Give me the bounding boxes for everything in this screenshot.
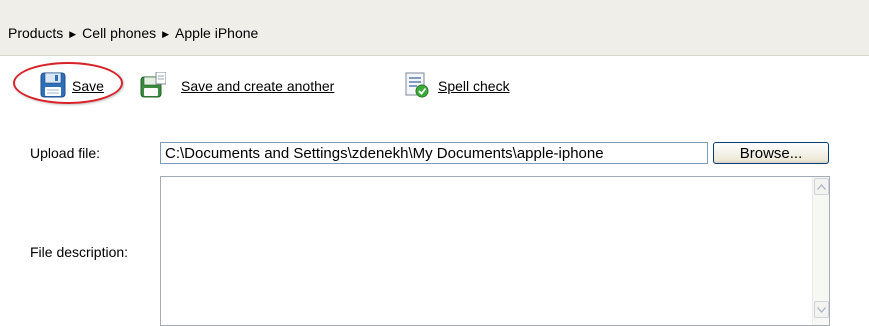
spell-check-button[interactable]: Spell check: [404, 71, 510, 101]
browse-button[interactable]: Browse...: [713, 142, 829, 164]
vertical-scrollbar[interactable]: [812, 177, 829, 325]
save-and-create-another-label: Save and create another: [181, 78, 335, 94]
breadcrumb-item-cell-phones[interactable]: Cell phones: [82, 25, 156, 41]
upload-file-label: Upload file:: [30, 145, 101, 161]
breadcrumb-separator-icon: ▶: [69, 29, 77, 39]
file-description-textarea[interactable]: [160, 176, 830, 326]
scroll-up-icon[interactable]: [814, 178, 829, 195]
file-description-label: File description:: [30, 244, 129, 260]
breadcrumb: Products ▶ Cell phones ▶ Apple iPhone: [8, 25, 258, 41]
save-label: Save: [72, 78, 104, 94]
save-and-create-another-button[interactable]: Save and create another: [140, 71, 334, 101]
spell-check-icon: [404, 72, 430, 101]
breadcrumb-bar: Products ▶ Cell phones ▶ Apple iPhone: [0, 0, 869, 56]
save-button[interactable]: Save: [40, 71, 104, 101]
upload-file-input[interactable]: [160, 142, 708, 164]
breadcrumb-separator-icon: ▶: [162, 29, 170, 39]
spell-check-label: Spell check: [438, 78, 510, 94]
save-and-new-icon: [140, 71, 167, 101]
floppy-disk-icon: [40, 72, 66, 101]
scroll-down-icon[interactable]: [814, 301, 829, 318]
breadcrumb-item-products[interactable]: Products: [8, 25, 63, 41]
breadcrumb-item-current: Apple iPhone: [175, 25, 259, 41]
toolbar: Save Save and create another Spell check: [0, 57, 869, 107]
